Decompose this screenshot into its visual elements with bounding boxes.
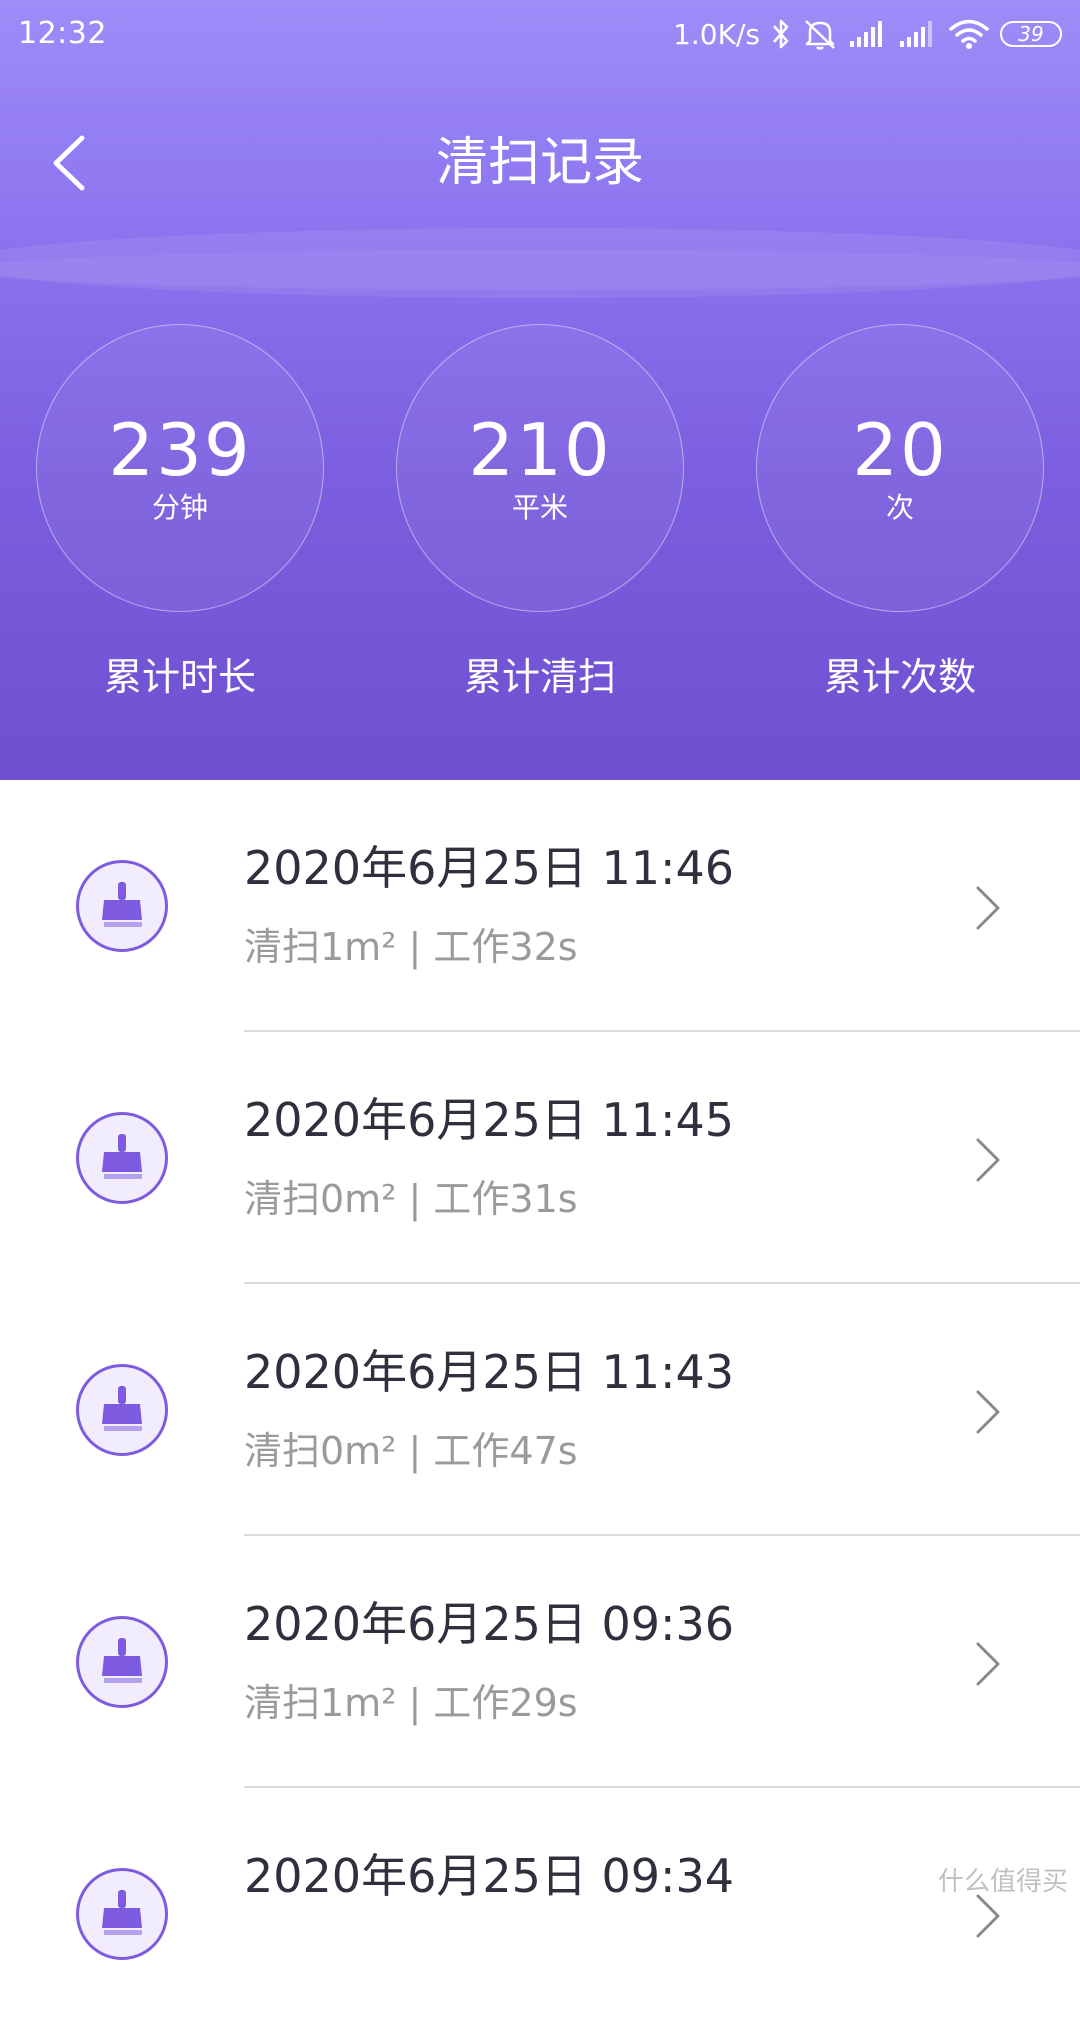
record-detail: 清扫1m² | 工作29s: [244, 1681, 578, 1725]
record-row[interactable]: 2020年6月25日 11:46 清扫1m² | 工作32s: [0, 780, 1080, 1032]
wifi-icon: [949, 19, 989, 49]
record-date: 2020年6月25日 09:36: [244, 1597, 735, 1651]
record-date: 2020年6月25日 09:34: [244, 1849, 735, 1903]
broom-icon: [76, 1616, 168, 1708]
chevron-right-icon: [976, 1390, 1000, 1434]
stat-label: 累计次数: [823, 655, 976, 699]
signal-icon: [850, 21, 882, 47]
chevron-right-icon: [976, 1894, 1000, 1938]
record-detail: 清扫0m² | 工作31s: [244, 1177, 578, 1221]
status-icons: 1.0K/s 39: [673, 14, 1062, 54]
page-title: 清扫记录: [435, 133, 644, 193]
bluetooth-icon: [773, 19, 789, 49]
stat-value: 20: [852, 408, 948, 492]
stat-unit: 次: [885, 491, 914, 524]
stat-label: 累计时长: [103, 655, 256, 699]
broom-icon: [76, 860, 168, 952]
record-date: 2020年6月25日 11:43: [244, 1345, 735, 1399]
stat-value: 210: [468, 408, 612, 492]
stat-total-area: 210 平米 累计清扫: [395, 324, 685, 702]
record-row[interactable]: 2020年6月25日 09:36 清扫1m² | 工作29s: [0, 1536, 1080, 1788]
chevron-right-icon: [976, 886, 1000, 930]
record-list: 2020年6月25日 11:46 清扫1m² | 工作32s 2020年6月25…: [0, 780, 1080, 2040]
record-date: 2020年6月25日 11:46: [244, 841, 735, 895]
signal-icon: [900, 21, 932, 47]
watermark: 什么值得买: [937, 1867, 1068, 1897]
broom-icon: [76, 1112, 168, 1204]
broom-icon: [76, 1868, 168, 1960]
stat-total-duration: 239 分钟 累计时长: [35, 324, 325, 702]
stat-circle: 20 次: [756, 324, 1044, 612]
record-detail: 清扫1m² | 工作32s: [244, 925, 578, 969]
broom-icon: [76, 1364, 168, 1456]
record-row[interactable]: 2020年6月25日 09:34: [0, 1788, 1080, 2040]
battery-icon: 39: [1000, 21, 1062, 47]
status-time: 12:32: [18, 16, 107, 51]
stat-label: 累计清扫: [463, 655, 616, 699]
stat-value: 239: [108, 408, 252, 492]
record-row[interactable]: 2020年6月25日 11:43 清扫0m² | 工作47s: [0, 1284, 1080, 1536]
stat-unit: 平米: [511, 491, 568, 524]
network-speed: 1.0K/s: [673, 17, 760, 51]
chevron-right-icon: [976, 1642, 1000, 1686]
stat-circle: 239 分钟: [36, 324, 324, 612]
header-wave: [0, 250, 1080, 290]
stat-unit: 分钟: [151, 491, 208, 524]
mute-icon: [805, 20, 835, 50]
record-detail: 清扫0m² | 工作47s: [244, 1429, 578, 1473]
record-date: 2020年6月25日 11:45: [244, 1093, 735, 1147]
stat-circle: 210 平米: [396, 324, 684, 612]
header: 12:32 1.0K/s 39 清扫记录 239 分钟 累计时长 210 平米 …: [0, 0, 1080, 780]
stat-total-count: 20 次 累计次数: [755, 324, 1045, 702]
status-bar: 12:32 1.0K/s 39: [0, 0, 1080, 72]
chevron-right-icon: [976, 1138, 1000, 1182]
record-row[interactable]: 2020年6月25日 11:45 清扫0m² | 工作31s: [0, 1032, 1080, 1284]
